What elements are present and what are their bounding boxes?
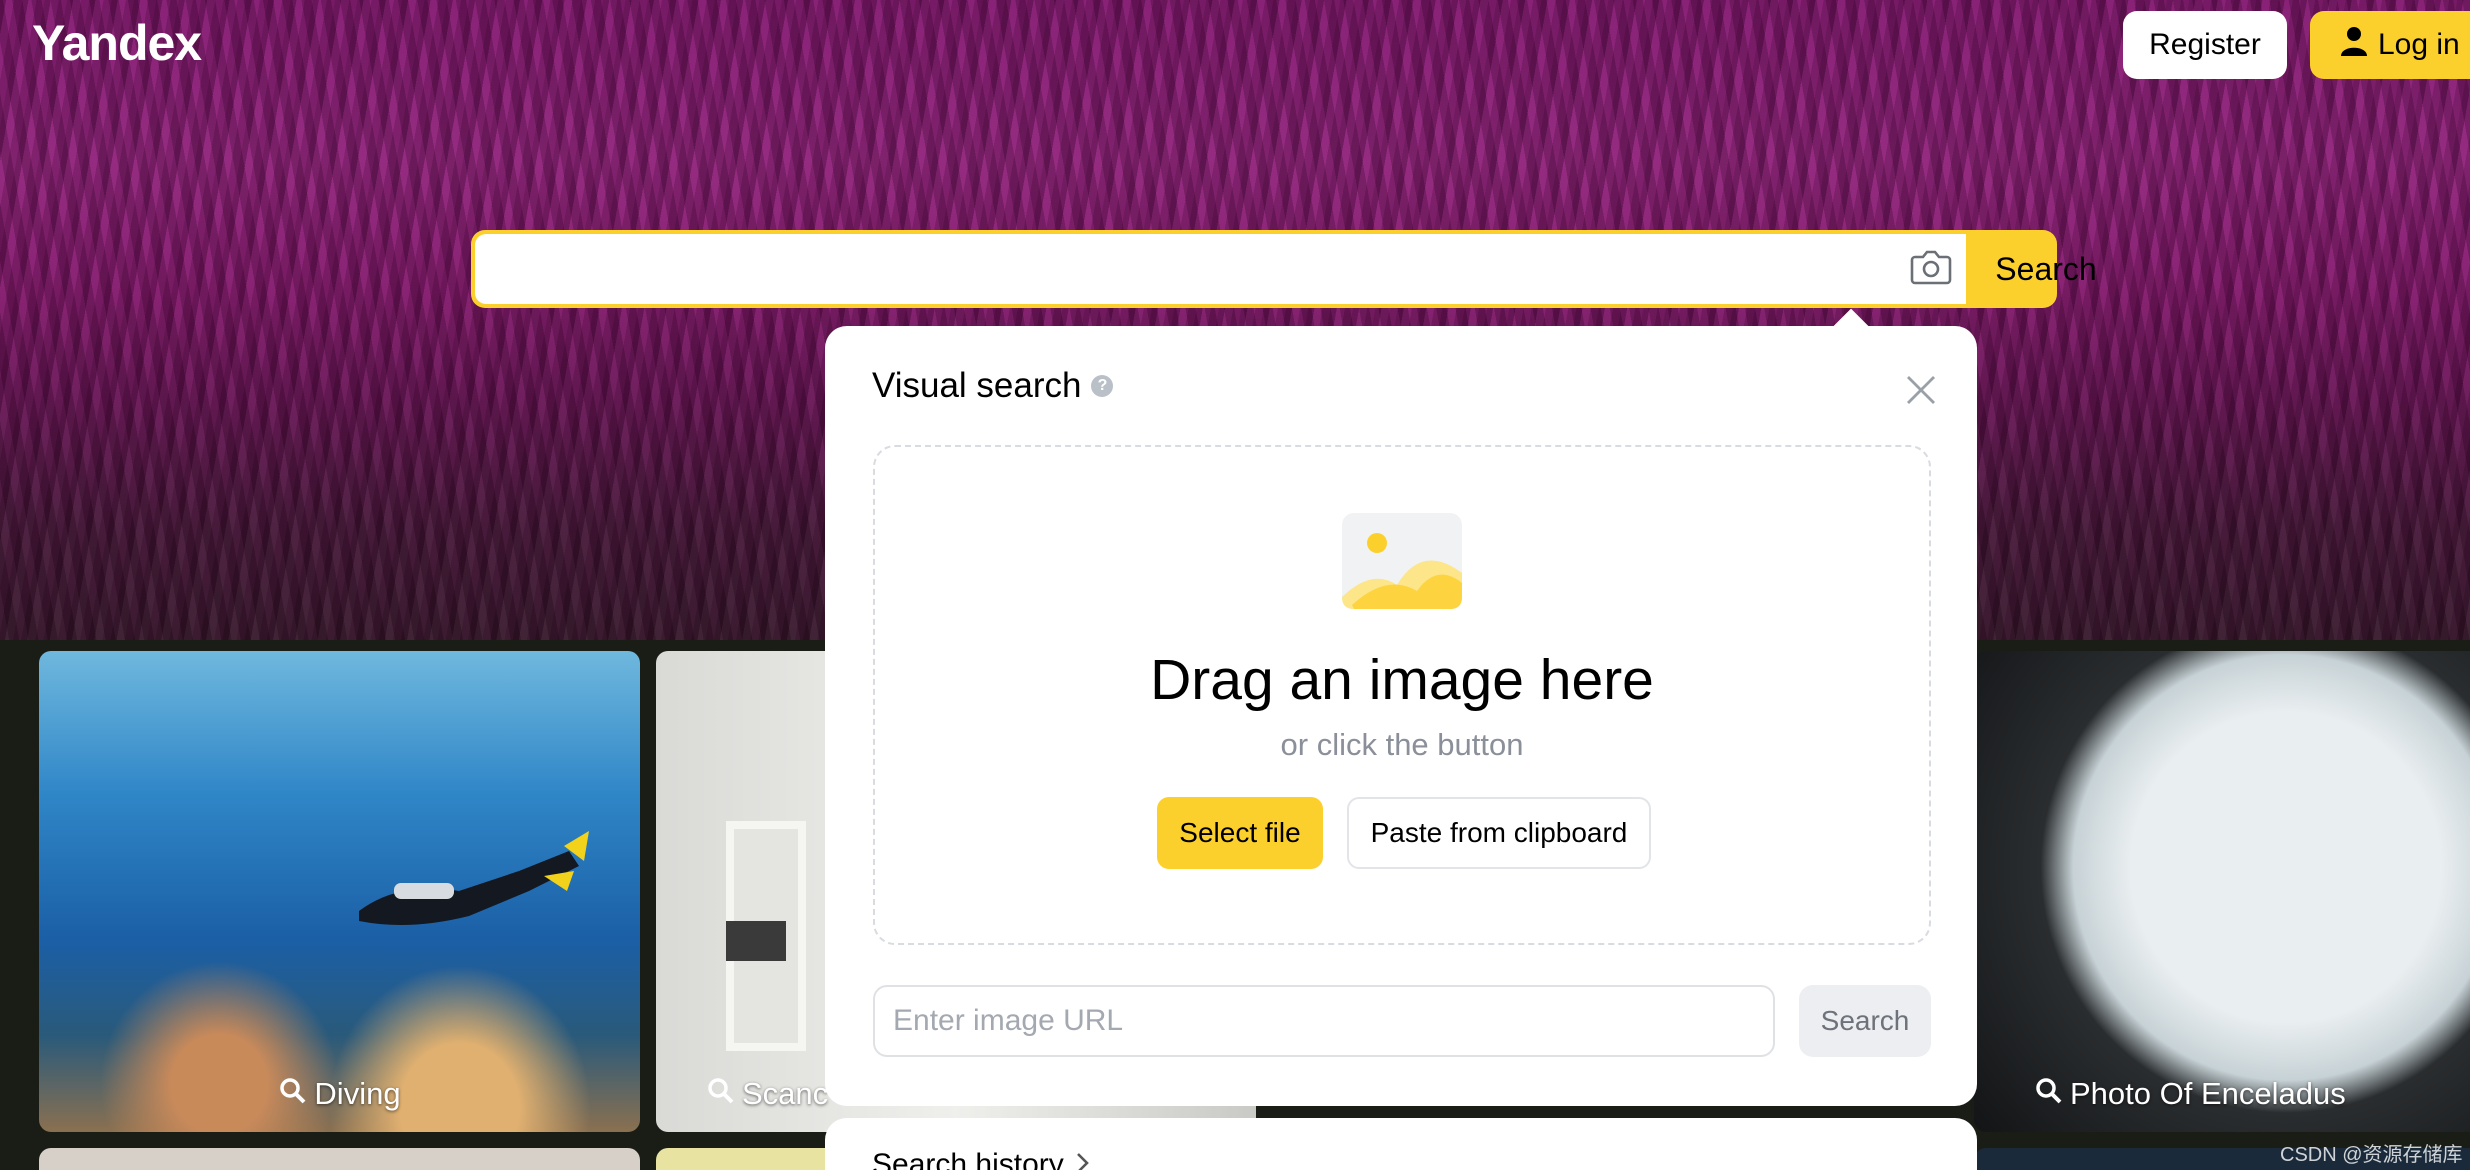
- tile-row2[interactable]: [39, 1148, 640, 1170]
- search-input[interactable]: [475, 234, 1896, 304]
- search-history-link[interactable]: Search history: [872, 1148, 1090, 1170]
- tv-illustration: [726, 921, 786, 961]
- search-bar: Search: [471, 230, 2097, 308]
- register-button[interactable]: Register: [2123, 11, 2287, 79]
- chevron-right-icon: [1076, 1148, 1090, 1170]
- search-icon: [706, 1076, 734, 1112]
- diver-illustration: [359, 831, 589, 925]
- camera-button[interactable]: [1896, 234, 1966, 304]
- watermark: CSDN @资源存储库: [2280, 1144, 2463, 1166]
- visual-search-panel: Visual search ? Drag an image here or cl…: [825, 326, 1977, 1106]
- yandex-logo[interactable]: Yandex: [32, 14, 202, 72]
- paste-clipboard-button[interactable]: Paste from clipboard: [1347, 797, 1651, 869]
- tile-caption: Photo Of Enceladus: [1974, 1076, 2470, 1112]
- drop-zone[interactable]: Drag an image here or click the button S…: [873, 445, 1931, 945]
- tile-enceladus[interactable]: Photo Of Enceladus: [1974, 651, 2470, 1132]
- tile-caption-text: Diving: [314, 1076, 401, 1111]
- camera-icon: [1909, 247, 1953, 292]
- image-placeholder-icon: [1342, 513, 1462, 609]
- close-button[interactable]: [1898, 368, 1944, 414]
- image-url-input[interactable]: [873, 985, 1775, 1057]
- select-file-button[interactable]: Select file: [1157, 797, 1323, 869]
- url-search-button[interactable]: Search: [1799, 985, 1931, 1057]
- user-icon: [2340, 26, 2368, 64]
- tile-diving[interactable]: Diving: [39, 651, 640, 1132]
- search-icon: [278, 1076, 306, 1112]
- help-icon[interactable]: ?: [1091, 375, 1114, 397]
- tile-caption-text: Scanc: [742, 1076, 829, 1111]
- tile-caption-text: Photo Of Enceladus: [2070, 1076, 2346, 1111]
- search-button[interactable]: Search: [1966, 230, 2126, 308]
- panel-title-text: Visual search: [872, 366, 1082, 405]
- search-history-panel[interactable]: Search history: [825, 1118, 1977, 1170]
- drop-subtitle: or click the button: [1280, 727, 1524, 762]
- close-icon: [1905, 375, 1937, 409]
- drop-title: Drag an image here: [1150, 648, 1654, 712]
- search-history-label: Search history: [872, 1148, 1064, 1170]
- login-label: Log in: [2378, 28, 2460, 61]
- panel-title: Visual search ?: [872, 366, 1114, 406]
- tile-caption: Diving: [39, 1076, 640, 1112]
- search-icon: [2034, 1076, 2062, 1112]
- login-button[interactable]: Log in: [2310, 11, 2470, 79]
